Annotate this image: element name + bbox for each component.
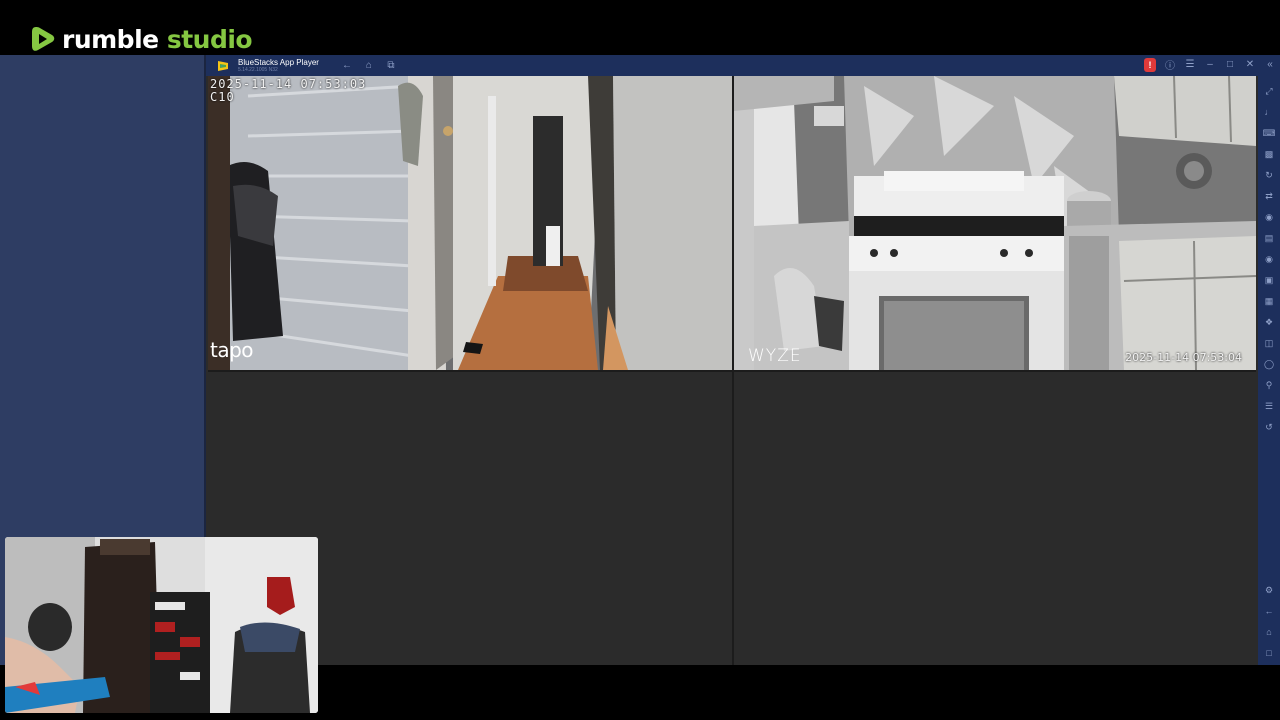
back-icon[interactable]: ← (1262, 604, 1276, 618)
collapse-sidebar-icon[interactable]: « (1264, 59, 1276, 70)
camera-grid: 2025-11-14 07:53:03 C10 tapo WYZE 2025-1… (208, 76, 1256, 665)
bluestacks-nav: ← ⌂ ⧉ (341, 60, 397, 71)
kitchen-scene (734, 76, 1256, 370)
camera-timestamp: 2025-11-14 07:53:03 C10 (210, 78, 366, 104)
eco-mode-icon[interactable]: ◯ (1262, 357, 1276, 371)
rumble-studio-logo: rumble studio (30, 22, 253, 56)
brand-name-accent: studio (166, 24, 253, 54)
help-icon[interactable]: ⓘ (1164, 57, 1176, 72)
camera-feed-hallway[interactable]: 2025-11-14 07:53:03 C10 tapo (208, 76, 732, 370)
screenshot-icon[interactable]: ▣ (1262, 273, 1276, 287)
home-icon[interactable]: ⌂ (363, 60, 375, 71)
maximize-icon[interactable]: □ (1224, 59, 1236, 70)
bluestacks-sidebar: ⤢ ♩ ⌨ ▩ ↻ ⇄ ◉ ▤ ◉ ▣ ▦ ❖ ◫ ◯ ⚲ ☰ ↺ ⚙ ← ⌂ … (1258, 76, 1280, 665)
bluestacks-version: 5.14.22.1005 N32 (238, 66, 278, 73)
layers-icon[interactable]: ☰ (1262, 399, 1276, 413)
recent-apps-icon[interactable]: □ (1262, 646, 1276, 660)
pin-icon[interactable]: ⚲ (1262, 378, 1276, 392)
bluestacks-window: BlueStacks App Player 5.14.22.1005 N32 ←… (206, 55, 1280, 665)
grid-divider-horizontal (208, 370, 1256, 372)
keyboard-icon[interactable]: ⌨ (1262, 126, 1276, 140)
volume-icon[interactable]: ♩ (1262, 105, 1276, 119)
bluestacks-title: BlueStacks App Player 5.14.22.1005 N32 (238, 57, 319, 73)
camera-timestamp: 2025-11-14 07:53:04 (1125, 351, 1242, 364)
wyze-watermark: WYZE (748, 346, 802, 366)
minimize-icon[interactable]: – (1204, 59, 1216, 70)
hallway-scene (208, 76, 732, 370)
menu-icon[interactable]: ☰ (1184, 59, 1196, 70)
install-apk-icon[interactable]: ▩ (1262, 147, 1276, 161)
settings-icon[interactable]: ⚙ (1262, 583, 1276, 597)
empty-camera-slot[interactable] (734, 372, 1256, 665)
sync-icon[interactable]: ⇄ (1262, 189, 1276, 203)
brand-name-main: rumble (62, 24, 159, 54)
fullscreen-icon[interactable]: ⤢ (1262, 84, 1276, 98)
webcam-overlay (5, 537, 318, 713)
multi-instance-icon[interactable]: ◫ (1262, 336, 1276, 350)
notification-icon[interactable]: ! (1144, 57, 1156, 72)
rotate-icon[interactable]: ↻ (1262, 168, 1276, 182)
refresh-icon[interactable]: ↺ (1262, 420, 1276, 434)
home-icon[interactable]: ⌂ (1262, 625, 1276, 639)
bluestacks-titlebar[interactable]: BlueStacks App Player 5.14.22.1005 N32 ←… (206, 55, 1280, 76)
bluestacks-title-text: BlueStacks App Player (238, 57, 319, 67)
location-icon[interactable]: ❖ (1262, 315, 1276, 329)
camera-feed-kitchen[interactable]: WYZE 2025-11-14 07:53:04 (734, 76, 1256, 370)
sidebar-bottom-group: ⚙ ← ⌂ □ (1262, 579, 1276, 663)
macro-icon[interactable]: ▤ (1262, 231, 1276, 245)
rumble-play-icon (32, 27, 55, 51)
bluestacks-logo-icon (218, 60, 228, 71)
multi-window-icon[interactable]: ⧉ (385, 60, 397, 71)
gamepad-icon[interactable]: ◉ (1262, 210, 1276, 224)
back-icon[interactable]: ← (341, 60, 353, 71)
close-icon[interactable]: ✕ (1244, 59, 1256, 70)
media-folder-icon[interactable]: ▦ (1262, 294, 1276, 308)
webcam-scene (5, 537, 318, 713)
screen: rumble studio BlueStacks App Player 5.14… (0, 0, 1280, 720)
brand-name: rumble studio (62, 24, 253, 54)
camera-label: C10 (210, 90, 235, 104)
camera-icon[interactable]: ◉ (1262, 252, 1276, 266)
window-controls: ! ⓘ ☰ – □ ✕ « (1144, 57, 1276, 72)
tapo-watermark: tapo (210, 338, 254, 362)
